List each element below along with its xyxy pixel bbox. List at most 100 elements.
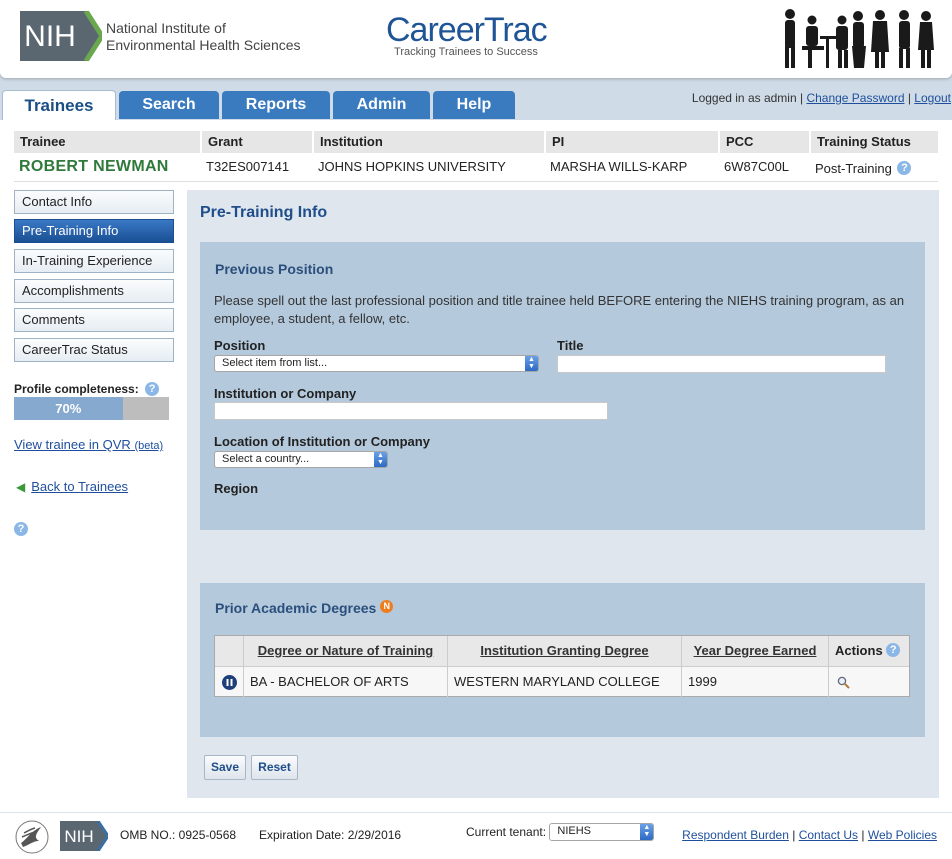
tab-search[interactable]: Search (119, 91, 219, 119)
tab-reports[interactable]: Reports (222, 91, 330, 119)
divider (14, 181, 938, 182)
magnifier-icon[interactable] (837, 676, 850, 689)
help-icon[interactable]: ? (886, 643, 901, 657)
previous-position-panel: Previous Position Please spell out the l… (200, 242, 925, 530)
chevron-up-down-icon: ▲ ▼ (374, 452, 387, 467)
table-row: BA - BACHELOR OF ARTS WESTERN MARYLAND C… (215, 667, 909, 697)
tenant-label: Current tenant: (466, 825, 547, 840)
col-institution: Institution (312, 131, 544, 153)
trainee-pi: MARSHA WILLS-KARP (550, 159, 688, 174)
contact-us-link[interactable]: Contact Us (799, 828, 858, 842)
tenant-select[interactable]: NIEHS ▲ ▼ (549, 823, 655, 841)
svg-text:NIH: NIH (24, 20, 76, 53)
prior-degrees-heading-wrap: Prior Academic Degrees N (215, 600, 394, 616)
svg-text:NIH: NIH (64, 827, 93, 846)
page-title: Pre-Training Info (200, 204, 328, 221)
country-select-value: Select a country... (222, 453, 310, 465)
respondent-burden-link[interactable]: Respondent Burden (682, 828, 789, 842)
back-link-wrap: ◀ Back to Trainees (16, 479, 128, 494)
institution-input[interactable] (214, 402, 608, 420)
reset-button[interactable]: Reset (251, 755, 298, 780)
save-button[interactable]: Save (204, 755, 246, 780)
prior-degrees-panel: Prior Academic Degrees N Degree or Natur… (200, 583, 925, 737)
col-training-status: Training Status (809, 131, 938, 153)
main-area: Trainee Grant Institution PI PCC Trainin… (0, 120, 952, 812)
position-select-value: Select item from list... (222, 357, 328, 369)
help-icon[interactable]: ? (897, 161, 912, 175)
country-select[interactable]: Select a country... ▲ ▼ (214, 451, 388, 468)
col-year-earned[interactable]: Year Degree Earned (681, 636, 828, 666)
login-info: Logged in as admin | Change Password | L… (691, 91, 951, 105)
title-input[interactable] (557, 355, 886, 373)
view-in-qvr-link[interactable]: View trainee in QVR (beta) (14, 437, 163, 452)
footer-links: Respondent Burden | Contact Us | Web Pol… (682, 828, 937, 842)
site-footer: NIH OMB NO.: 0925-0568 Expiration Date: … (0, 812, 952, 859)
col-actions: Actions ? (828, 636, 909, 666)
site-header: NIH National Institute of Environmental … (0, 0, 952, 78)
pause-icon (221, 675, 237, 691)
col-institution-granting[interactable]: Institution Granting Degree (447, 636, 681, 666)
sidebar-item-in-training-experience[interactable]: In-Training Experience (14, 249, 174, 273)
tab-help[interactable]: Help (433, 91, 515, 119)
position-label: Position (214, 338, 266, 353)
back-to-trainees-link[interactable]: Back to Trainees (31, 479, 128, 494)
nih-footer-logo: NIH (60, 821, 108, 851)
institution-label: Institution or Company (214, 386, 357, 401)
title-label: Title (557, 338, 584, 353)
sidebar-item-contact-info[interactable]: Contact Info (14, 190, 174, 214)
trainee-table-header: Trainee Grant Institution PI PCC Trainin… (14, 131, 938, 153)
expiration-date: Expiration Date: 2/29/2016 (259, 828, 402, 842)
web-policies-link[interactable]: Web Policies (868, 828, 937, 842)
actions-cell (828, 667, 909, 697)
people-silhouettes-image (785, 9, 934, 68)
arrow-left-icon: ◀ (16, 480, 26, 494)
profile-completeness-bar: 70% (14, 397, 169, 420)
tenant-selector: Current tenant: NIEHS ▲ ▼ (466, 823, 655, 842)
row-handle[interactable] (215, 667, 243, 697)
hhs-eagle-logo (15, 820, 49, 854)
sidebar-item-accomplishments[interactable]: Accomplishments (14, 279, 174, 303)
view-in-qvr-link-text: View trainee in QVR (14, 437, 131, 452)
institute-name-line2: Environmental Health Sciences (106, 37, 301, 53)
careertrac-logo: CareerTrac Tracking Trainees to Success (386, 11, 548, 58)
content-panel: Pre-Training Info Previous Position Plea… (187, 190, 939, 798)
trainee-institution: JOHNS HOPKINS UNIVERSITY (318, 159, 506, 174)
col-degree[interactable]: Degree or Nature of Training (243, 636, 447, 666)
col-grant: Grant (200, 131, 312, 153)
profile-completeness-fill: 70% (14, 397, 123, 420)
help-icon[interactable]: ? (145, 382, 160, 396)
help-icon[interactable]: ? (14, 522, 28, 536)
region-label: Region (214, 481, 259, 496)
prior-degrees-heading: Prior Academic Degrees (215, 600, 377, 616)
change-password-link[interactable]: Change Password (806, 91, 904, 105)
profile-completeness-text: Profile completeness: (14, 382, 139, 396)
trainee-status: Post-Training ? (809, 157, 912, 181)
sidebar-item-comments[interactable]: Comments (14, 308, 174, 332)
trainee-name: ROBERT NEWMAN (19, 158, 169, 175)
col-pcc: PCC (718, 131, 809, 153)
previous-position-instructions: Please spell out the last professional p… (214, 293, 905, 326)
tab-admin[interactable]: Admin (333, 91, 430, 119)
institution-cell: WESTERN MARYLAND COLLEGE (447, 667, 681, 697)
position-select[interactable]: Select item from list... ▲ ▼ (214, 355, 539, 372)
sidebar-item-pre-training-info[interactable]: Pre-Training Info (14, 219, 174, 243)
col-pi: PI (544, 131, 718, 153)
sidebar-item-careertrac-status[interactable]: CareerTrac Status (14, 338, 174, 362)
omb-number: OMB NO.: 0925-0568 (120, 828, 237, 842)
new-badge-icon[interactable]: N (380, 600, 394, 613)
institute-name-line1: National Institute of (106, 20, 226, 36)
select-column-header (215, 636, 243, 666)
institute-name: National Institute of Environmental Heal… (106, 20, 301, 54)
app-title: CareerTrac (386, 11, 548, 49)
tab-trainees[interactable]: Trainees (2, 90, 116, 122)
trainee-grant: T32ES007141 (206, 159, 290, 174)
logged-in-text: Logged in as admin (691, 91, 797, 105)
qvr-link-wrap: View trainee in QVR (beta) (14, 437, 163, 452)
logout-link[interactable]: Logout (914, 91, 951, 105)
degrees-table-header: Degree or Nature of Training Institution… (215, 636, 909, 667)
year-cell: 1999 (681, 667, 828, 697)
trainee-pcc: 6W87C00L (724, 159, 790, 174)
profile-completeness-label: Profile completeness: ? (14, 382, 160, 396)
chevron-up-down-icon: ▲ ▼ (525, 356, 538, 371)
beta-label: (beta) (134, 440, 164, 452)
